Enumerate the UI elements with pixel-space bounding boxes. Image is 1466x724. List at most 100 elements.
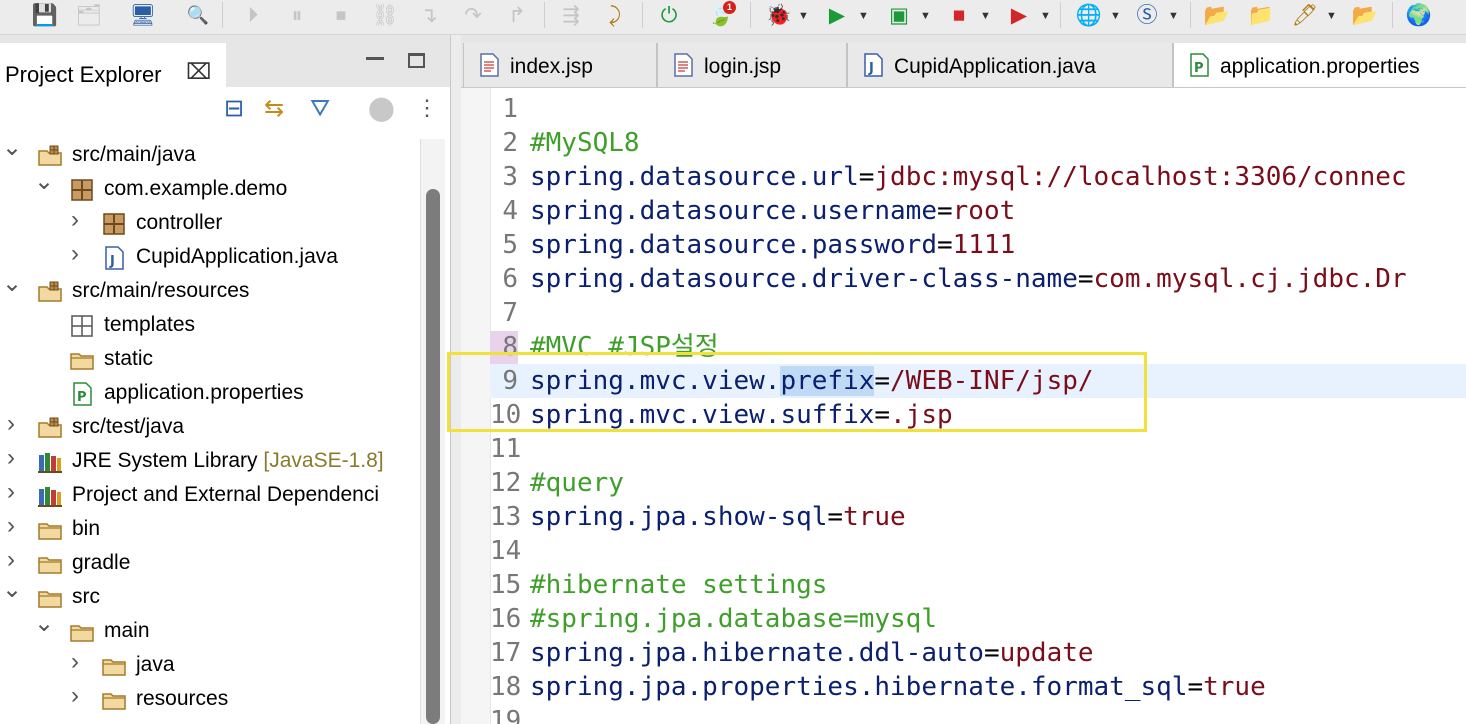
chevron-right-icon[interactable]: › <box>2 546 20 574</box>
code-line[interactable]: #MVC #JSP설정 <box>530 330 719 364</box>
folder-icon <box>36 550 64 578</box>
tree-item[interactable]: › JRE System Library [JavaSE-1.8] <box>0 444 420 479</box>
project-explorer-tab[interactable]: Project Explorer ⌧ <box>0 43 226 87</box>
editor-tab[interactable]: index.jsp <box>463 43 657 87</box>
minimize-icon[interactable] <box>366 57 384 60</box>
tree-item[interactable]: templates <box>0 309 420 343</box>
tree-item[interactable]: Papplication.properties <box>0 377 420 411</box>
tree-item[interactable]: ⌄ main <box>0 610 420 649</box>
chevron-down-icon[interactable]: ⌄ <box>2 269 22 298</box>
new-server-dropdown-icon[interactable]: ▼ <box>1110 10 1121 22</box>
chevron-down-icon[interactable]: ⌄ <box>34 609 54 638</box>
power-icon[interactable]: ⏻ <box>654 0 684 30</box>
code-line[interactable]: spring.datasource.url=jdbc:mysql://local… <box>530 160 1407 194</box>
tree-item[interactable]: › bin <box>0 512 420 547</box>
editor-tab[interactable]: Papplication.properties <box>1173 43 1466 87</box>
maximize-icon[interactable] <box>408 53 425 68</box>
code-line[interactable]: spring.jpa.properties.hibernate.format_s… <box>530 670 1266 704</box>
open-task-icon[interactable]: 📁 <box>1246 0 1276 30</box>
stop-dropdown-icon[interactable]: ▼ <box>980 10 991 22</box>
code-line[interactable]: spring.jpa.hibernate.ddl-auto=update <box>530 636 1094 670</box>
step-over-icon[interactable]: ↷ <box>458 0 488 30</box>
new-server-icon[interactable]: 🌐 <box>1074 0 1104 30</box>
working-sets-icon[interactable]: ⬤ <box>368 97 395 121</box>
step-into-icon[interactable]: ↴ <box>414 0 444 30</box>
resume-icon[interactable]: ⏵ <box>238 0 268 30</box>
code-line[interactable]: #MySQL8 <box>530 126 640 160</box>
tree-item[interactable]: › Project and External Dependenci <box>0 478 420 513</box>
tree-item[interactable]: › java <box>0 648 420 683</box>
chevron-right-icon[interactable]: › <box>2 512 20 540</box>
disconnect-icon[interactable]: ⛓ <box>370 0 400 30</box>
code-token: com.mysql.cj.jdbc.Dr <box>1093 264 1407 294</box>
tree-item[interactable]: ⌄ src <box>0 576 420 615</box>
coverage-icon[interactable]: ▣ <box>884 0 914 30</box>
open-perspective-icon[interactable]: 📂 <box>1350 0 1380 30</box>
code-line[interactable]: spring.mvc.view.suffix=.jsp <box>530 398 953 432</box>
chevron-right-icon[interactable]: › <box>2 478 20 506</box>
link-with-editor-icon[interactable]: ⇆ <box>264 97 284 121</box>
code-line[interactable]: spring.datasource.password=1111 <box>530 228 1015 262</box>
collapse-all-icon[interactable]: ⊟ <box>224 97 244 121</box>
tree-item[interactable]: static <box>0 343 420 377</box>
search-icon[interactable]: 🔍 <box>183 0 213 30</box>
chevron-right-icon[interactable]: › <box>66 682 84 710</box>
new-spring-dropdown-icon[interactable]: ▼ <box>1168 10 1179 22</box>
chevron-down-icon[interactable]: ⌄ <box>2 133 22 162</box>
editor-tab[interactable]: login.jsp <box>657 43 847 87</box>
highlight-icon[interactable]: 🖊 <box>1290 0 1320 30</box>
step-return-icon[interactable]: ↱ <box>502 0 532 30</box>
terminate-icon[interactable]: ⏹ <box>326 0 356 30</box>
run-icon[interactable]: ▶ <box>822 0 852 30</box>
run-dropdown-icon[interactable]: ▼ <box>858 10 869 22</box>
web-browser-icon[interactable]: 🌍 <box>1404 0 1434 30</box>
code-token: spring.datasource.username <box>530 196 937 226</box>
explorer-scrollbar-thumb[interactable] <box>426 189 440 724</box>
spring-boot-icon[interactable]: 🍃 1 <box>706 0 736 30</box>
save-all-icon[interactable]: 🗂 <box>74 0 104 30</box>
code-line[interactable]: #hibernate settings <box>530 568 827 602</box>
chevron-down-icon[interactable]: ⌄ <box>2 575 22 604</box>
code-line[interactable]: spring.datasource.driver-class-name=com.… <box>530 262 1407 296</box>
code-line[interactable]: spring.datasource.username=root <box>530 194 1015 228</box>
explorer-scrollbar[interactable] <box>420 139 445 724</box>
chevron-right-icon[interactable]: › <box>2 410 20 438</box>
debug-icon[interactable]: 🐞 <box>764 0 794 30</box>
stop-icon[interactable]: ■ <box>944 0 974 30</box>
tree-item[interactable]: ⌄ src/main/java <box>0 134 420 173</box>
debug-dropdown-icon[interactable]: ▼ <box>798 10 809 22</box>
chevron-right-icon[interactable]: › <box>66 648 84 676</box>
filter-icon[interactable]: ⛛ <box>310 97 330 121</box>
new-spring-project-icon[interactable]: Ⓢ <box>1132 0 1162 30</box>
tree-item[interactable]: ⌄ com.example.demo <box>0 168 420 207</box>
chevron-right-icon[interactable]: › <box>66 240 84 268</box>
tree-item[interactable]: › resources <box>0 682 420 717</box>
code-editor[interactable]: 1 2 #MySQL8 3 spring.datasource.url=jdbc:mys… <box>490 92 1466 724</box>
highlight-dropdown-icon[interactable]: ▼ <box>1326 10 1337 22</box>
tree-item[interactable]: › J CupidApplication.java <box>0 240 420 275</box>
use-step-filters-icon[interactable]: ⇶ <box>556 0 586 30</box>
chevron-down-icon[interactable]: ⌄ <box>34 167 54 196</box>
terminal-icon[interactable]: 🖥 <box>128 0 158 30</box>
skip-breakpoints-icon[interactable]: ⤸ <box>600 0 630 30</box>
save-icon[interactable]: 💾 <box>30 0 60 30</box>
close-icon[interactable]: ⌧ <box>186 59 211 85</box>
external-tools-dropdown-icon[interactable]: ▼ <box>1040 10 1051 22</box>
chevron-right-icon[interactable]: › <box>66 206 84 234</box>
open-type-icon[interactable]: 📂 <box>1202 0 1232 30</box>
tree-item[interactable]: › src/test/java <box>0 410 420 445</box>
suspend-icon[interactable]: ⏸ <box>282 0 312 30</box>
code-line[interactable]: spring.jpa.show-sql=true <box>530 500 906 534</box>
tree-item[interactable]: › controller <box>0 206 420 241</box>
view-menu-icon[interactable]: ⋮ <box>416 97 438 119</box>
coverage-dropdown-icon[interactable]: ▼ <box>920 10 931 22</box>
editor-tab[interactable]: J CupidApplication.java <box>847 43 1173 87</box>
line-number: 15 <box>490 570 522 600</box>
tree-item[interactable]: ⌄ src/main/resources <box>0 270 420 309</box>
code-line[interactable]: #query <box>530 466 624 500</box>
code-line[interactable]: spring.mvc.view.prefix=/WEB-INF/jsp/ <box>530 364 1094 398</box>
external-tools-icon[interactable]: ▶ <box>1004 0 1034 30</box>
chevron-right-icon[interactable]: › <box>2 444 20 472</box>
code-line[interactable]: #spring.jpa.database=mysql <box>530 602 937 636</box>
tree-item[interactable]: › gradle <box>0 546 420 581</box>
